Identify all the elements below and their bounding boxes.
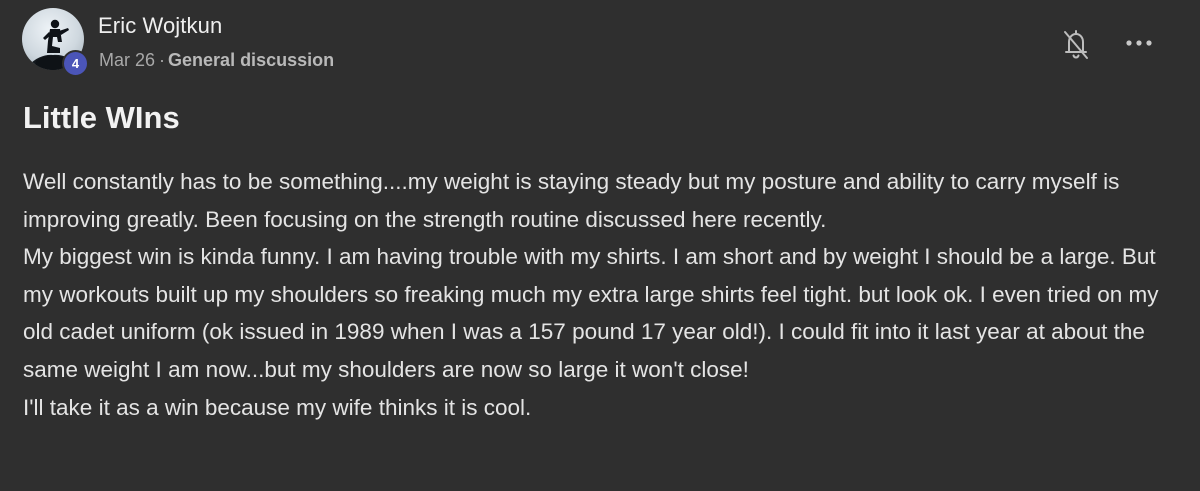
post-paragraph: My biggest win is kinda funny. I am havi…	[23, 244, 1159, 382]
post-category[interactable]: General discussion	[168, 50, 334, 70]
bell-off-icon[interactable]	[1062, 27, 1090, 61]
post-meta: Mar 26 · General discussion	[99, 50, 334, 71]
post-title: Little WIns	[23, 100, 180, 135]
post-card: 4 Eric Wojtkun Mar 26 · General discussion…	[0, 0, 1200, 491]
post-body: Well constantly has to be something....m…	[23, 163, 1183, 426]
more-horizontal-icon[interactable]	[1124, 36, 1154, 48]
meta-separator: ·	[159, 50, 166, 70]
level-badge: 4	[62, 50, 89, 77]
author-avatar[interactable]: 4	[22, 8, 89, 77]
post-paragraph: I'll take it as a win because my wife th…	[23, 394, 532, 420]
post-date[interactable]: Mar 26	[99, 50, 155, 70]
author-name[interactable]: Eric Wojtkun	[98, 13, 222, 39]
post-paragraph: Well constantly has to be something....m…	[23, 169, 1120, 232]
